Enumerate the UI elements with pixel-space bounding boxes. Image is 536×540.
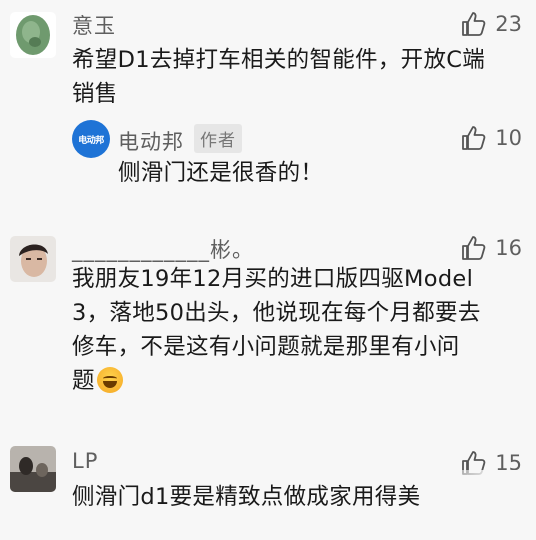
avatar[interactable] — [10, 446, 56, 492]
comment-line: 修车，不是这有小问题就是那里有小问 — [72, 334, 460, 360]
comment-line: 希望D1去掉打车相关的智能件，开放C端 — [72, 47, 486, 73]
comment-line: 销售 — [72, 81, 118, 107]
reply-text: 侧滑门还是很香的！ — [118, 160, 324, 186]
like-count: 10 — [495, 126, 522, 150]
comment-line: 我朋友19年12月买的进口版四驱Model — [72, 266, 474, 292]
comment-text: 我朋友19年12月买的进口版四驱Model 3，落地50出头，他说现在每个月都要… — [72, 262, 527, 398]
like-count: 16 — [495, 236, 522, 260]
username[interactable]: 意玉 — [72, 10, 116, 40]
like-button[interactable]: 16 — [459, 234, 522, 262]
laughing-tears-emoji-icon — [96, 367, 123, 393]
author-badge: 作者 — [194, 124, 242, 153]
thumbs-up-icon — [462, 236, 486, 260]
reply-username-row: 电动邦 作者 — [118, 124, 242, 156]
comment-line-text: 题 — [72, 368, 95, 394]
like-button[interactable]: 23 — [459, 10, 522, 38]
author-avatar-text: 电动邦 — [78, 135, 104, 146]
username[interactable]: LP — [72, 449, 98, 473]
comment-text: 希望D1去掉打车相关的智能件，开放C端 销售 — [72, 43, 527, 111]
reply-like-button[interactable]: 10 — [459, 124, 522, 152]
comment-line: 3，落地50出头，他说现在每个月都要去 — [72, 300, 481, 326]
thumbs-up-icon — [462, 126, 486, 150]
avatar[interactable] — [10, 236, 56, 282]
author-avatar[interactable]: 电动邦 — [72, 120, 110, 158]
reply-username[interactable]: 电动邦 — [118, 130, 184, 154]
username[interactable]: ____________彬。 — [72, 234, 254, 264]
comment-line: 题 — [72, 364, 527, 398]
like-count: 23 — [495, 12, 522, 36]
thumbs-up-icon — [462, 12, 486, 36]
text-fade-overlay — [416, 470, 536, 510]
avatar[interactable] — [10, 12, 56, 58]
